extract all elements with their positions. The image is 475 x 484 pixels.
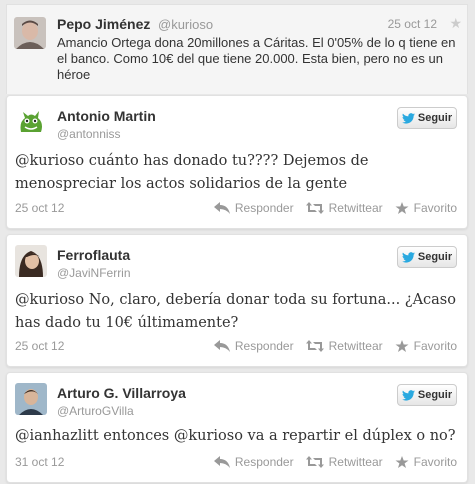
twitter-bird-icon: [401, 112, 415, 124]
tweet-date[interactable]: 25 oct 12: [388, 17, 437, 31]
avatar[interactable]: [15, 245, 47, 277]
retweet-icon: [305, 456, 324, 468]
author-handle[interactable]: @JaviNFerrin: [57, 266, 131, 280]
star-icon: [395, 201, 409, 214]
author-name[interactable]: Ferroflauta: [57, 247, 130, 263]
reply-tweet: Ferroflauta @JaviNFerrin Seguir @kurioso…: [6, 234, 468, 367]
reply-icon: [213, 456, 230, 468]
retweet-icon: [305, 202, 324, 214]
follow-button[interactable]: Seguir: [397, 384, 457, 406]
author-name[interactable]: Antonio Martin: [57, 108, 156, 124]
tweet-actions: Responder Retwittear Favorito: [213, 339, 457, 353]
follow-button[interactable]: Seguir: [397, 246, 457, 268]
favorite-action[interactable]: Favorito: [395, 339, 457, 353]
tweet-footer: 25 oct 12 Responder Retwittear Favorito: [15, 339, 457, 355]
reply-icon: [213, 340, 230, 352]
tweet-footer: 25 oct 12 Responder Retwittear Favorito: [15, 201, 457, 217]
reply-action[interactable]: Responder: [213, 455, 294, 469]
favorite-action[interactable]: Favorito: [395, 201, 457, 215]
follow-button[interactable]: Seguir: [397, 107, 457, 129]
tweet-actions: Responder Retwittear Favorito: [213, 455, 457, 469]
author-name[interactable]: Pepo Jiménez: [57, 16, 150, 32]
tweet-footer: 31 oct 12 Responder Retwittear Favorito: [15, 455, 457, 471]
avatar[interactable]: [15, 106, 47, 138]
follow-label: Seguir: [417, 389, 453, 401]
author-name[interactable]: Arturo G. Villarroya: [57, 385, 186, 401]
retweet-label: Retwittear: [328, 201, 383, 215]
author-handle[interactable]: @antonniss: [57, 127, 121, 141]
tweet-text: @kurioso cuánto has donado tu???? Dejemo…: [15, 153, 369, 192]
tweet-actions: Responder Retwittear Favorito: [213, 201, 457, 215]
tweet-text: Amancio Ortega dona 20millones a Cáritas…: [57, 35, 456, 82]
tweet-date[interactable]: 25 oct 12: [15, 339, 64, 353]
twitter-bird-icon: [401, 389, 415, 401]
tweet-text: @kurioso No, claro, debería donar toda s…: [15, 292, 456, 331]
avatar[interactable]: [14, 17, 46, 49]
reply-label: Responder: [234, 201, 294, 215]
retweet-icon: [305, 340, 324, 352]
retweet-label: Retwittear: [328, 455, 383, 469]
star-icon[interactable]: ★: [449, 15, 462, 32]
tweet-date[interactable]: 25 oct 12: [15, 201, 64, 215]
favorite-label: Favorito: [413, 339, 457, 353]
reply-action[interactable]: Responder: [213, 339, 294, 353]
retweet-action[interactable]: Retwittear: [305, 339, 383, 353]
retweet-action[interactable]: Retwittear: [305, 201, 383, 215]
star-icon: [395, 339, 409, 352]
author-handle[interactable]: @kurioso: [158, 17, 213, 32]
favorite-action[interactable]: Favorito: [395, 455, 457, 469]
reply-tweet: Arturo G. Villarroya @ArturoGVilla Segui…: [6, 372, 468, 483]
follow-label: Seguir: [417, 112, 453, 124]
retweet-action[interactable]: Retwittear: [305, 455, 383, 469]
reply-icon: [213, 202, 230, 214]
author-handle[interactable]: @ArturoGVilla: [57, 404, 134, 418]
favorite-label: Favorito: [413, 455, 457, 469]
follow-label: Seguir: [417, 251, 453, 263]
avatar[interactable]: [15, 383, 47, 415]
reply-label: Responder: [234, 455, 294, 469]
retweet-label: Retwittear: [328, 339, 383, 353]
star-icon: [395, 455, 409, 468]
reply-label: Responder: [234, 339, 294, 353]
reply-action[interactable]: Responder: [213, 201, 294, 215]
original-tweet: Pepo Jiménez @kurioso 25 oct 12 ★ Amanci…: [6, 4, 468, 94]
reply-tweet: Antonio Martin @antonniss Seguir @kurios…: [6, 95, 468, 229]
tweet-date[interactable]: 31 oct 12: [15, 455, 64, 469]
favorite-label: Favorito: [413, 201, 457, 215]
tweet-text: @ianhazlitt entonces @kurioso va a repar…: [15, 428, 456, 444]
twitter-bird-icon: [401, 251, 415, 263]
